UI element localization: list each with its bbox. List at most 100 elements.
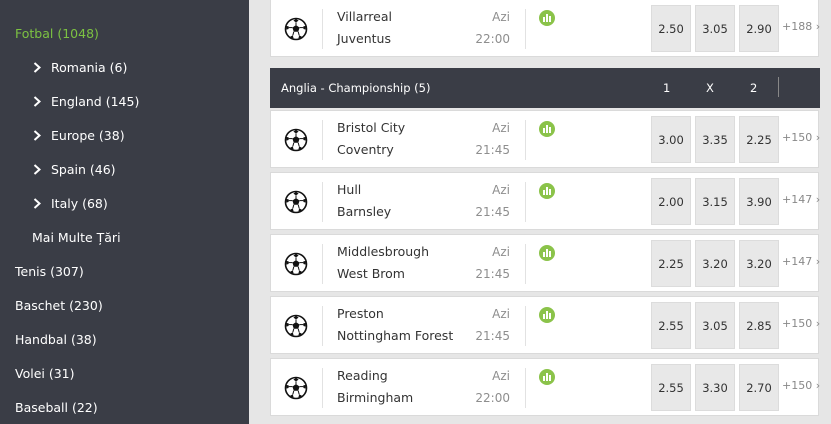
column-header-1: 1 — [663, 81, 671, 95]
away-team[interactable]: West Brom — [337, 266, 405, 281]
row-divider — [322, 120, 323, 160]
odd-x-button[interactable]: 3.30 — [695, 364, 735, 411]
chevron-right-icon: › — [815, 20, 821, 33]
sidebar-item-label: Handbal (38) — [15, 331, 97, 347]
sports-sidebar: Fotbal (1048) Romania (6) England (145) Eur… — [0, 0, 249, 424]
chevron-right-icon — [33, 197, 43, 209]
away-team[interactable]: Juventus — [337, 31, 391, 46]
more-markets-count: +150 — [782, 131, 813, 144]
match-row[interactable]: Villarreal Juventus Azi 22:00 2.50 3.05 2.90 +1… — [270, 0, 820, 57]
row-divider — [525, 244, 526, 284]
match-row[interactable]: Middlesbrough West Brom Azi 21:45 2.25 3.20 3.… — [270, 234, 820, 292]
away-team[interactable]: Birmingham — [337, 390, 413, 405]
chevron-right-icon: › — [815, 131, 821, 144]
home-team[interactable]: Villarreal — [337, 9, 392, 24]
more-markets-count: +150 — [782, 317, 813, 330]
sidebar-item-label: England (145) — [51, 93, 140, 109]
home-team[interactable]: Reading — [337, 368, 388, 383]
match-day: Azi — [492, 183, 510, 197]
odd-x-button[interactable]: 3.05 — [695, 5, 735, 52]
sidebar-item[interactable]: Spain (46) — [0, 152, 249, 186]
match-time: 21:45 — [475, 267, 510, 281]
sidebar-item-label: Baschet (230) — [15, 297, 103, 313]
odd-1-button[interactable]: 2.00 — [651, 178, 691, 225]
stats-icon[interactable] — [539, 307, 555, 323]
odd-2-button[interactable]: 2.70 — [739, 364, 779, 411]
stats-icon[interactable] — [539, 10, 555, 26]
row-divider — [525, 9, 526, 49]
sidebar-item-label: Tenis (307) — [15, 263, 84, 279]
odd-x-button[interactable]: 3.20 — [695, 240, 735, 287]
match-time: 21:45 — [475, 205, 510, 219]
odd-x-button[interactable]: 3.35 — [695, 116, 735, 163]
chevron-right-icon: › — [815, 193, 821, 206]
more-markets-button[interactable]: +150 › — [782, 317, 820, 330]
football-icon — [284, 314, 308, 338]
chevron-right-icon: › — [815, 379, 821, 392]
match-row[interactable]: Bristol City Coventry Azi 21:45 3.00 3.35 2.25… — [270, 110, 820, 168]
stats-icon[interactable] — [539, 369, 555, 385]
sidebar-item[interactable]: Volei (31) — [0, 356, 249, 390]
sidebar-item-label: Europe (38) — [51, 127, 125, 143]
football-icon — [284, 128, 308, 152]
odd-2-button[interactable]: 2.85 — [739, 302, 779, 349]
away-team[interactable]: Nottingham Forest — [337, 328, 453, 343]
match-time: 22:00 — [475, 391, 510, 405]
odd-2-button[interactable]: 3.20 — [739, 240, 779, 287]
sidebar-item[interactable]: Mai Multe Țări — [0, 220, 249, 254]
more-markets-button[interactable]: +188 › — [782, 20, 820, 33]
more-markets-button[interactable]: +147 › — [782, 193, 820, 206]
sidebar-item-label: Italy (68) — [51, 195, 108, 211]
sidebar-item-label: Romania (6) — [51, 59, 128, 75]
home-team[interactable]: Hull — [337, 182, 361, 197]
more-markets-count: +147 — [782, 255, 813, 268]
sidebar-item[interactable]: Fotbal (1048) — [0, 16, 249, 50]
odd-x-button[interactable]: 3.05 — [695, 302, 735, 349]
odd-2-button[interactable]: 2.90 — [739, 5, 779, 52]
odd-1-button[interactable]: 2.50 — [651, 5, 691, 52]
sidebar-item[interactable]: Baseball (22) — [0, 390, 249, 424]
odd-x-button[interactable]: 3.15 — [695, 178, 735, 225]
match-row[interactable]: Hull Barnsley Azi 21:45 2.00 3.15 3.90 +147 › — [270, 172, 820, 230]
away-team[interactable]: Barnsley — [337, 204, 391, 219]
odd-1-button[interactable]: 3.00 — [651, 116, 691, 163]
more-markets-button[interactable]: +150 › — [782, 379, 820, 392]
odd-1-button[interactable]: 2.25 — [651, 240, 691, 287]
home-team[interactable]: Middlesbrough — [337, 244, 429, 259]
match-row[interactable]: Preston Nottingham Forest Azi 21:45 2.55 3.05… — [270, 296, 820, 354]
home-team[interactable]: Preston — [337, 306, 384, 321]
away-team[interactable]: Coventry — [337, 142, 394, 157]
sidebar-item-label: Volei (31) — [15, 365, 75, 381]
odd-1-button[interactable]: 2.55 — [651, 302, 691, 349]
header-divider — [778, 77, 779, 97]
match-day: Azi — [492, 121, 510, 135]
sidebar-item[interactable]: Europe (38) — [0, 118, 249, 152]
odd-1-button[interactable]: 2.55 — [651, 364, 691, 411]
match-row[interactable]: Reading Birmingham Azi 22:00 2.55 3.30 2.70 +15… — [270, 358, 820, 416]
home-team[interactable]: Bristol City — [337, 120, 405, 135]
events-list: Anglia - Championship (5) 1 X 2 Villarre… — [249, 0, 831, 424]
more-markets-button[interactable]: +150 › — [782, 131, 820, 144]
sidebar-item[interactable]: Tenis (307) — [0, 254, 249, 288]
more-markets-count: +147 — [782, 193, 813, 206]
sidebar-item[interactable]: Baschet (230) — [0, 288, 249, 322]
more-markets-button[interactable]: +147 › — [782, 255, 820, 268]
football-icon — [284, 376, 308, 400]
odd-2-button[interactable]: 2.25 — [739, 116, 779, 163]
odd-2-button[interactable]: 3.90 — [739, 178, 779, 225]
match-day: Azi — [492, 307, 510, 321]
league-title: Anglia - Championship (5) — [281, 81, 431, 95]
sidebar-item[interactable]: Romania (6) — [0, 50, 249, 84]
row-divider — [322, 306, 323, 346]
stats-icon[interactable] — [539, 183, 555, 199]
sidebar-item-label: Baseball (22) — [15, 399, 98, 415]
chevron-right-icon — [33, 163, 43, 175]
stats-icon[interactable] — [539, 245, 555, 261]
chevron-right-icon: › — [815, 317, 821, 330]
chevron-right-icon — [33, 61, 43, 73]
stats-icon[interactable] — [539, 121, 555, 137]
match-time: 22:00 — [475, 32, 510, 46]
sidebar-item[interactable]: Handbal (38) — [0, 322, 249, 356]
sidebar-item[interactable]: Italy (68) — [0, 186, 249, 220]
sidebar-item[interactable]: England (145) — [0, 84, 249, 118]
